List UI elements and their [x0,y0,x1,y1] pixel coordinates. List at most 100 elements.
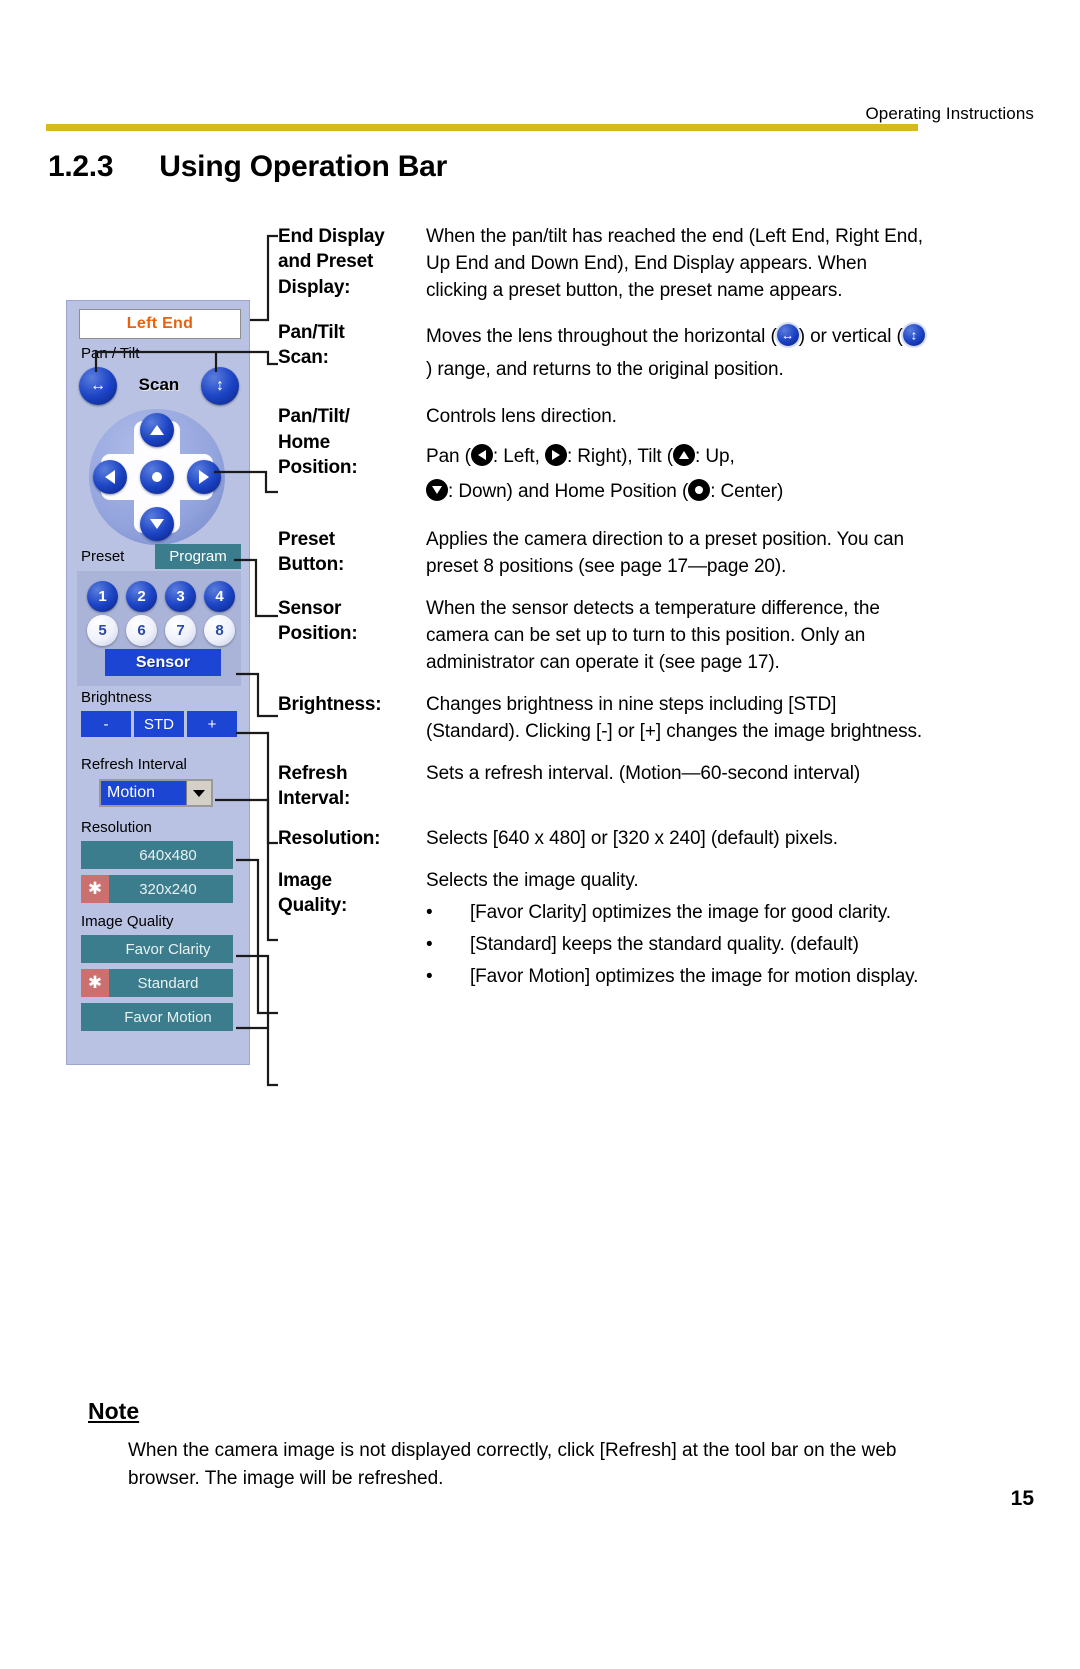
resolution-option-label: 640x480 [139,846,197,864]
term-line: Sensor [278,597,342,619]
description-term: Pan/Tilt/ Home Position: [278,404,426,508]
selected-asterisk-icon: ✱ [81,875,109,903]
term-line: Image [278,870,332,892]
arrow-left-icon [470,444,493,467]
description-text: Sets a refresh interval. (Motion—60-seco… [426,762,861,784]
pan-right-button[interactable] [187,460,221,494]
image-quality-option-label: Favor Motion [124,1008,212,1026]
operation-bar-panel: Left End Pan / Tilt ↔ Scan ↕ Preset Prog… [66,300,250,1065]
list-item-text: [Standard] keeps the standard quality. (… [470,933,859,955]
image-quality-option-label: Standard [137,974,199,992]
section-number: 1.2.3 [48,150,114,183]
description-term: Sensor Position: [278,596,426,677]
preset-button-7[interactable]: 7 [165,615,196,646]
description-term: Resolution: [278,826,426,853]
description-term: Preset Button: [278,527,426,581]
sensor-button[interactable]: Sensor [105,649,221,676]
resolution-label: Resolution [81,819,152,836]
preset-button-2[interactable]: 2 [126,581,157,612]
pan-left-button[interactable] [93,460,127,494]
list-item-text: [Favor Clarity] optimizes the image for … [470,902,891,923]
scan-row: ↔ Scan ↕ [77,365,241,407]
bullet-glyph: • [426,965,433,987]
resolution-option-640x480[interactable]: 640x480 [81,841,233,869]
description-term: Refresh Interval: [278,761,426,812]
description-row-brightness: Brightness: Changes brightness in nine s… [278,692,928,746]
description-row-sensor-position: Sensor Position: When the sensor detects… [278,596,928,677]
brightness-controls: - STD + [81,711,237,737]
note-heading: Note [88,1398,140,1424]
preset-button-1[interactable]: 1 [87,581,118,612]
text-fragment: Pan ( [426,446,471,468]
text-fragment: : Up, [695,446,735,468]
refresh-interval-value: Motion [107,784,156,801]
description-text: Selects [640 x 480] or [320 x 240] (defa… [426,828,838,850]
term-line: Button: [278,554,345,576]
tilt-up-button[interactable] [140,413,174,447]
description-term: Image Quality: [278,868,426,991]
preset-button-5[interactable]: 5 [87,615,118,646]
description-text: When the pan/tilt has reached the end (L… [426,226,923,301]
image-quality-label: Image Quality [81,913,174,930]
refresh-interval-select[interactable]: Motion [99,779,213,807]
description-row-image-quality: Image Quality: Selects the image quality… [278,868,928,991]
description-row-resolution: Resolution: Selects [640 x 480] or [320 … [278,826,928,853]
vertical-scan-icon[interactable]: ↕ [201,367,239,405]
tilt-down-button[interactable] [140,507,174,541]
description-term: Pan/Tilt Scan: [278,320,426,387]
term-line: Interval: [278,787,351,809]
program-tab[interactable]: Program [155,544,241,569]
text-fragment: ) range, and returns to the original pos… [426,359,784,381]
image-quality-option-favor-clarity[interactable]: Favor Clarity [81,935,233,963]
description-text: When the sensor detects a temperature di… [426,597,880,673]
list-item: • [Standard] keeps the standard quality.… [426,932,928,959]
bullet-glyph: • [426,902,433,923]
page-title: 1.2.3 Using Operation Bar [48,150,447,184]
resolution-option-320x240[interactable]: ✱ 320x240 [81,875,233,903]
bullet-glyph: • [426,933,433,955]
preset-button-4[interactable]: 4 [204,581,235,612]
description-row-home-position: Pan/Tilt/ Home Position: Controls lens d… [278,404,928,508]
home-position-button[interactable] [140,460,174,494]
list-item-text: [Favor Motion] optimizes the image for m… [470,965,919,987]
term-line: Brightness: [278,693,382,715]
brightness-standard-button[interactable]: STD [134,711,184,737]
term-line: Home [278,431,330,453]
home-center-icon [688,478,711,501]
note-body: When the camera image is not displayed c… [128,1440,897,1489]
term-line: Position: [278,622,358,644]
preset-button-grid: 1 2 3 4 5 6 7 8 Sensor [77,571,241,686]
image-quality-option-favor-motion[interactable]: Favor Motion [81,1003,233,1031]
term-line: Position: [278,456,358,478]
brightness-increase-button[interactable]: + [187,711,237,737]
description-body: Changes brightness in nine steps includi… [426,692,928,746]
image-quality-option-standard[interactable]: ✱ Standard [81,969,233,997]
preset-button-3[interactable]: 3 [165,581,196,612]
preset-button-8[interactable]: 8 [204,615,235,646]
term-line: Preset [278,528,335,550]
running-head: Operating Instructions [865,104,1034,123]
refresh-interval-label: Refresh Interval [81,756,187,773]
vertical-scan-icon: ↕ [902,323,925,346]
term-line: End Display [278,226,385,247]
direction-legend: Pan (: Left, : Right), Tilt (: Up,: Down… [426,440,928,508]
term-line: Refresh [278,762,348,784]
arrow-right-icon [544,444,567,467]
horizontal-scan-icon: ↔ [776,323,799,346]
preset-button-6[interactable]: 6 [126,615,157,646]
brightness-decrease-button[interactable]: - [81,711,131,737]
section-title: Using Operation Bar [159,150,448,183]
description-list: End Display and Preset Display: When the… [278,224,928,1006]
term-line: Resolution: [278,828,381,850]
pan-tilt-dpad [89,409,225,545]
term-line: Quality: [278,895,348,917]
text-fragment: : Center) [710,480,784,502]
term-line: Scan: [278,347,329,369]
description-row-preset-button: Preset Button: Applies the camera direct… [278,527,928,581]
description-term: Brightness: [278,692,426,746]
selected-asterisk-icon: ✱ [81,969,109,997]
chevron-down-icon[interactable] [186,781,211,805]
text-fragment: : Left, [492,446,545,468]
image-quality-bullet-list: • [Favor Clarity] optimizes the image fo… [426,900,928,991]
image-quality-option-label: Favor Clarity [125,940,211,958]
